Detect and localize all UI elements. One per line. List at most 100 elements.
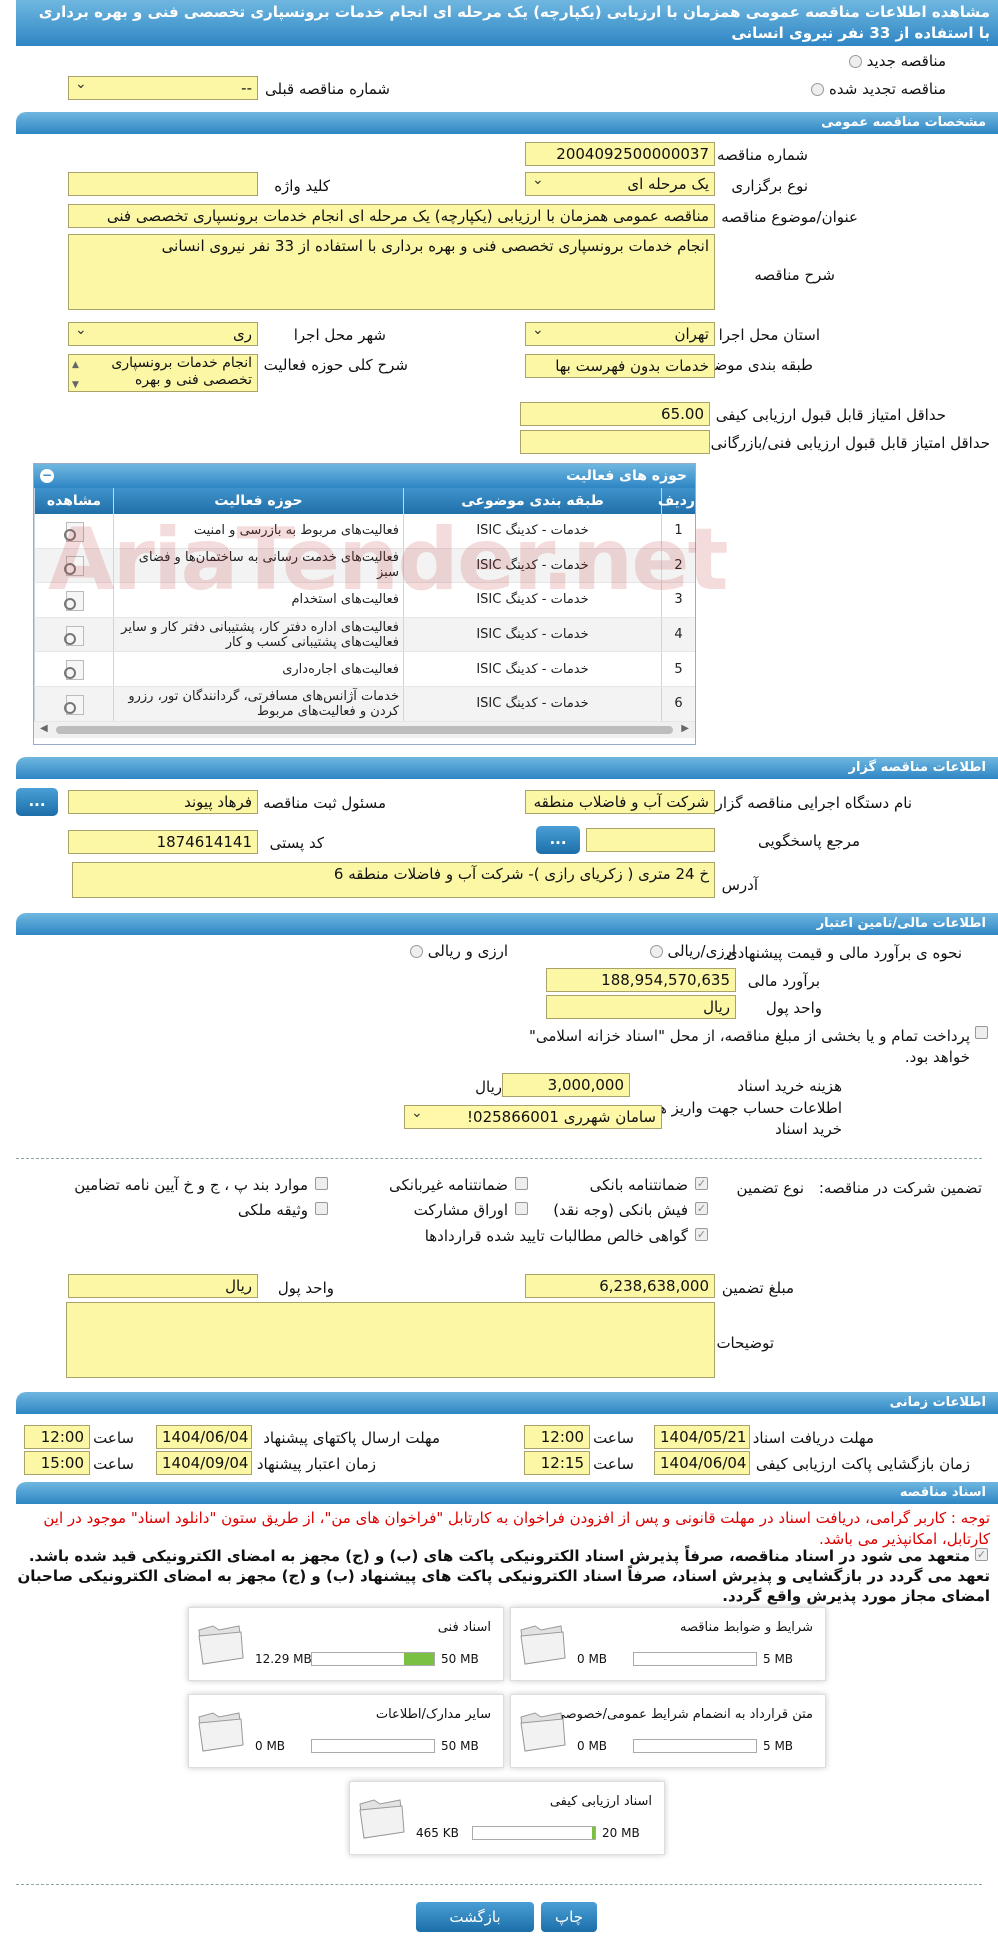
tender-number-field[interactable]: 2004092500000037 (525, 142, 715, 166)
table-row: 6 خدمات - کدینگ ISIC خدمات آژانس‌های مسافر… (34, 686, 695, 722)
view-details-icon[interactable] (60, 693, 88, 715)
tender-type-label: نوع برگزاری (731, 177, 808, 195)
radio-icon[interactable] (848, 55, 862, 68)
estimate-field[interactable]: 188,954,570,635 (546, 968, 736, 992)
description-label: شرح مناقصه (754, 266, 835, 284)
address-field[interactable]: خ 24 متری ( زکریای رازی )- شرکت آب و فاض… (72, 862, 715, 898)
view-details-icon[interactable] (60, 658, 88, 681)
province-label: استان محل اجرا (718, 326, 820, 344)
time-label: ساعت (93, 1455, 134, 1473)
scroll-down-icon[interactable]: ▼ (72, 377, 79, 391)
reference-field[interactable] (586, 828, 715, 852)
file-box-quality[interactable]: اسناد ارزیابی کیفی 465 KB 20 MB (349, 1781, 665, 1855)
province-select[interactable]: تهران (525, 322, 715, 346)
collapse-icon[interactable]: − (40, 469, 54, 483)
scroll-up-icon[interactable]: ▲ (72, 357, 79, 374)
min-quality-field[interactable]: 65.00 (520, 402, 710, 426)
validity-label: زمان اعتبار پیشنهاد (256, 1455, 376, 1473)
opening-date[interactable]: 1404/06/04 (654, 1451, 750, 1475)
reference-label: مرجع پاسخگویی (757, 832, 860, 850)
tender-type-select[interactable]: یک مرحله ای (525, 172, 715, 196)
checkbox-bank-guarantee[interactable]: ✓ (695, 1177, 708, 1190)
section-documents: اسناد مناقصه (16, 1482, 998, 1504)
usage-bar (311, 1652, 435, 1666)
submit-deadline-date[interactable]: 1404/06/04 (156, 1425, 252, 1449)
subject-field[interactable]: مناقصه عمومی همزمان با ارزیابی (یکپارچه)… (68, 204, 715, 228)
reference-lookup-button[interactable]: ... (536, 826, 580, 854)
prev-number-select[interactable]: -- (68, 76, 258, 100)
org-name-field[interactable]: شرکت آب و فاضلاب منطقه (525, 790, 715, 814)
doc-deadline-date[interactable]: 1404/05/21 (654, 1425, 750, 1449)
postal-code-label: کد پستی (269, 834, 324, 852)
currency-field[interactable]: ریال (546, 995, 736, 1019)
print-button[interactable]: چاپ (541, 1902, 597, 1932)
folder-icon (198, 1712, 244, 1752)
checkbox-clauses[interactable] (315, 1177, 328, 1190)
time-label: ساعت (93, 1429, 134, 1447)
city-label: شهر محل اجرا (293, 326, 386, 344)
file-box-contract[interactable]: متن قرارداد به انضمام شرایط عمومی/خصوصی … (510, 1694, 826, 1768)
time-label: ساعت (593, 1455, 634, 1473)
back-button[interactable]: بازگشت (416, 1902, 534, 1932)
submit-deadline-time[interactable]: 12:00 (24, 1425, 90, 1449)
usage-bar (633, 1652, 757, 1666)
description-field[interactable]: انجام خدمات برونسپاری تخصصی فنی و بهره ب… (68, 234, 715, 310)
radio-rial[interactable]: ارزی/ریالی (649, 942, 736, 960)
activity-desc-field[interactable]: انجام خدمات برونسپاری تخصصی فنی و بهره ▲ ▼ (68, 354, 258, 392)
time-label: ساعت (593, 1429, 634, 1447)
checkbox-nonbank-guarantee[interactable] (515, 1177, 528, 1190)
treasury-checkbox[interactable] (975, 1026, 988, 1039)
scroll-left-icon[interactable]: ◀ (40, 723, 48, 734)
validity-time[interactable]: 15:00 (24, 1451, 90, 1475)
scroll-right-icon[interactable]: ▶ (681, 723, 689, 734)
doc-deadline-time[interactable]: 12:00 (524, 1425, 590, 1449)
doc-fee-field[interactable]: 3,000,000 (502, 1073, 630, 1097)
checkbox-property[interactable] (315, 1202, 328, 1215)
checkbox-bonds[interactable] (515, 1202, 528, 1215)
clauses-label: موارد بند پ ، ج و خ آیین نامه تضامین (74, 1176, 308, 1194)
keyword-field[interactable] (68, 172, 258, 196)
opening-time[interactable]: 12:15 (524, 1451, 590, 1475)
radio-icon[interactable] (649, 945, 663, 958)
notes-field[interactable] (66, 1302, 715, 1378)
radio-icon[interactable] (409, 945, 423, 958)
scrollbar-thumb[interactable] (56, 725, 673, 734)
file-box-technical[interactable]: اسناد فنی 12.29 MB 50 MB (188, 1607, 504, 1681)
section-timing: اطلاعات زمانی (16, 1392, 998, 1414)
keyword-label: کلید واژه (274, 177, 330, 195)
divider (16, 1158, 982, 1159)
min-quality-label: حداقل امتیاز قابل قبول ارزیابی کیفی (715, 406, 946, 424)
tender-number-label: شماره مناقصه (716, 146, 808, 164)
guarantee-amount-field[interactable]: 6,238,638,000 (525, 1274, 715, 1298)
activity-desc-label: شرح کلی حوزه فعالیت (263, 356, 408, 374)
responsible-label: مسئول ثبت مناقصه (263, 794, 386, 812)
account-select[interactable]: سامان شهرری 025866001! (404, 1105, 662, 1129)
responsible-lookup-button[interactable]: ... (16, 788, 58, 816)
section-finance: اطلاعات مالی/تامین اعتبار (16, 913, 998, 935)
guarantee-amount-label: مبلغ تضمین (721, 1279, 794, 1297)
radio-new-tender[interactable]: مناقصه جدید (848, 52, 946, 70)
horizontal-scrollbar[interactable]: ▶ ◀ (34, 721, 695, 738)
checkbox-receivables[interactable]: ✓ (695, 1228, 708, 1241)
opening-time-label: زمان بازگشایی پاکت ارزیابی کیفی (755, 1455, 970, 1473)
min-tech-field[interactable] (520, 430, 710, 454)
address-label: آدرس (721, 876, 758, 894)
checkbox-cash[interactable]: ✓ (695, 1202, 708, 1215)
radio-icon[interactable] (811, 83, 825, 96)
cash-label: فیش بانکی (وجه نقد) (553, 1201, 688, 1219)
radio-fx-rial[interactable]: ارزی و ریالی (409, 942, 508, 960)
prev-number-label: شماره مناقصه قبلی (265, 80, 390, 98)
view-details-icon[interactable] (60, 624, 88, 646)
responsible-field[interactable]: فرهاد پیوند (68, 790, 258, 814)
file-box-terms[interactable]: شرایط و ضوابط مناقصه 0 MB 5 MB (510, 1607, 826, 1681)
postal-code-field[interactable]: 1874614141 (68, 830, 258, 854)
property-label: وثیقه ملکی (237, 1201, 308, 1219)
validity-date[interactable]: 1404/09/04 (156, 1451, 252, 1475)
file-box-other[interactable]: سایر مدارک/اطلاعات 0 MB 50 MB (188, 1694, 504, 1768)
currency-label: واحد پول (765, 999, 822, 1017)
submit-deadline-label: مهلت ارسال پاکتهای پیشنهاد (263, 1429, 440, 1447)
radio-renewed-tender[interactable]: مناقصه تجدید شده (811, 80, 946, 98)
category-field[interactable]: خدمات بدون فهرست بها (525, 354, 715, 378)
guarantee-currency-field[interactable]: ریال (68, 1274, 258, 1298)
city-select[interactable]: ری (68, 322, 258, 346)
